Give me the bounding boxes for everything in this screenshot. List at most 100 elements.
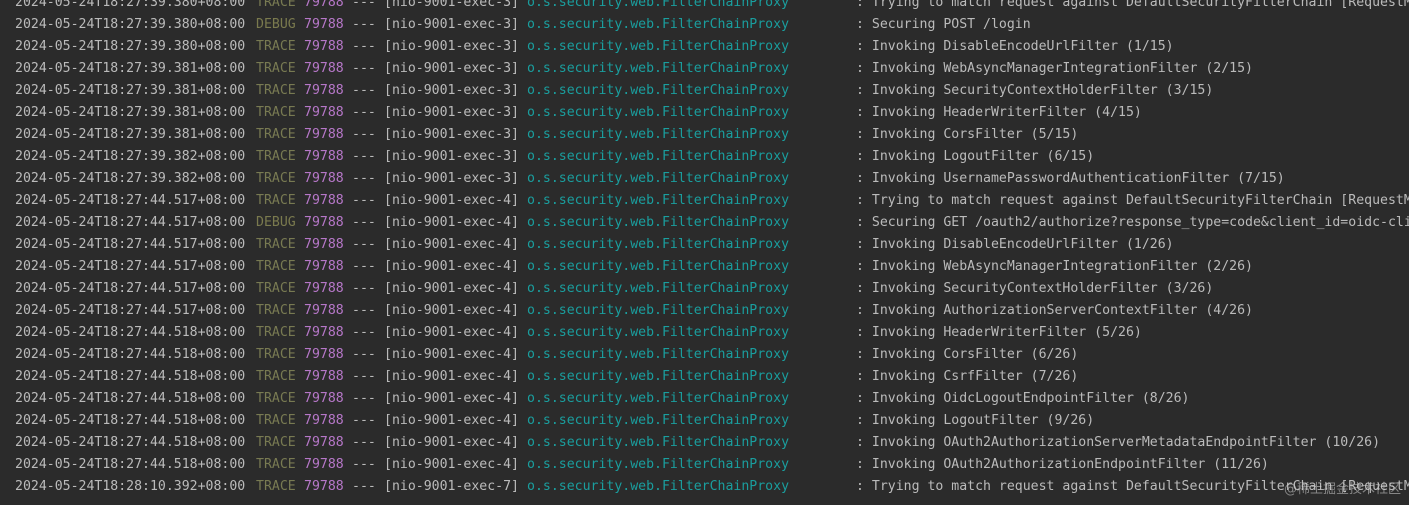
log-pid: 79788 <box>304 83 344 98</box>
log-pid: 79788 <box>304 347 344 362</box>
log-line: 2024-05-24T18:27:44.517+08:00 TRACE 79788-… <box>0 190 1409 212</box>
log-thread: [nio-9001-exec-4] <box>384 259 519 274</box>
log-thread: [nio-9001-exec-3] <box>384 105 519 120</box>
log-pid: 79788 <box>304 259 344 274</box>
log-timestamp: 2024-05-24T18:27:39.381+08:00 <box>15 61 246 76</box>
log-timestamp: 2024-05-24T18:27:44.518+08:00 <box>15 413 246 428</box>
log-level: TRACE <box>256 0 296 10</box>
log-level: TRACE <box>256 259 296 274</box>
log-pid: 79788 <box>304 149 344 164</box>
log-message: : Invoking OAuth2AuthorizationEndpointFi… <box>856 457 1269 472</box>
log-message: : Invoking SecurityContextHolderFilter (… <box>856 281 1214 296</box>
console-output[interactable]: 2024-05-24T18:27:39.380+08:00 TRACE 79788-… <box>0 0 1409 505</box>
log-logger: o.s.security.web.FilterChainProxy <box>527 17 790 32</box>
log-timestamp: 2024-05-24T18:27:39.381+08:00 <box>15 83 246 98</box>
log-line: 2024-05-24T18:27:44.517+08:00 TRACE 79788-… <box>0 256 1409 278</box>
log-thread: [nio-9001-exec-3] <box>384 61 519 76</box>
log-message: : Invoking HeaderWriterFilter (4/15) <box>856 105 1142 120</box>
log-separator: --- <box>352 479 376 494</box>
log-level: DEBUG <box>256 215 296 230</box>
log-separator: --- <box>352 105 376 120</box>
log-separator: --- <box>352 303 376 318</box>
log-message: : Trying to match request against Defaul… <box>856 193 1409 208</box>
log-message: : Trying to match request against Defaul… <box>856 0 1409 10</box>
log-level: TRACE <box>256 127 296 142</box>
log-message: : Securing GET /oauth2/authorize?respons… <box>856 215 1409 230</box>
log-line: 2024-05-24T18:27:39.381+08:00 TRACE 79788-… <box>0 124 1409 146</box>
log-pid: 79788 <box>304 61 344 76</box>
log-message: : Securing POST /login <box>856 17 1031 32</box>
log-level: TRACE <box>256 413 296 428</box>
log-message: : Invoking CorsFilter (5/15) <box>856 127 1079 142</box>
log-thread: [nio-9001-exec-7] <box>384 479 519 494</box>
log-thread: [nio-9001-exec-3] <box>384 83 519 98</box>
log-level: TRACE <box>256 325 296 340</box>
log-pid: 79788 <box>304 281 344 296</box>
log-separator: --- <box>352 391 376 406</box>
log-thread: [nio-9001-exec-4] <box>384 435 519 450</box>
log-pid: 79788 <box>304 479 344 494</box>
log-separator: --- <box>352 171 376 186</box>
log-thread: [nio-9001-exec-3] <box>384 0 519 10</box>
log-timestamp: 2024-05-24T18:27:39.381+08:00 <box>15 105 246 120</box>
log-line: 2024-05-24T18:27:39.380+08:00 TRACE 79788-… <box>0 0 1409 14</box>
log-message: : Invoking AuthorizationServerContextFil… <box>856 303 1253 318</box>
log-pid: 79788 <box>304 237 344 252</box>
log-line: 2024-05-24T18:27:44.517+08:00 TRACE 79788-… <box>0 234 1409 256</box>
log-logger: o.s.security.web.FilterChainProxy <box>527 369 790 384</box>
log-logger: o.s.security.web.FilterChainProxy <box>527 61 790 76</box>
log-timestamp: 2024-05-24T18:27:44.518+08:00 <box>15 391 246 406</box>
log-line: 2024-05-24T18:27:39.381+08:00 TRACE 79788-… <box>0 102 1409 124</box>
log-lines: 2024-05-24T18:27:39.380+08:00 TRACE 79788-… <box>0 0 1409 498</box>
log-timestamp: 2024-05-24T18:27:44.518+08:00 <box>15 347 246 362</box>
log-level: TRACE <box>256 435 296 450</box>
log-separator: --- <box>352 325 376 340</box>
log-timestamp: 2024-05-24T18:27:39.380+08:00 <box>15 0 246 10</box>
log-timestamp: 2024-05-24T18:27:44.517+08:00 <box>15 303 246 318</box>
log-line: 2024-05-24T18:27:39.382+08:00 TRACE 79788-… <box>0 168 1409 190</box>
log-separator: --- <box>352 215 376 230</box>
log-timestamp: 2024-05-24T18:28:10.392+08:00 <box>15 479 246 494</box>
log-pid: 79788 <box>304 457 344 472</box>
log-thread: [nio-9001-exec-4] <box>384 303 519 318</box>
log-line: 2024-05-24T18:27:39.381+08:00 TRACE 79788-… <box>0 80 1409 102</box>
log-pid: 79788 <box>304 303 344 318</box>
log-line: 2024-05-24T18:27:44.518+08:00 TRACE 79788-… <box>0 366 1409 388</box>
log-logger: o.s.security.web.FilterChainProxy <box>527 435 790 450</box>
log-line: 2024-05-24T18:27:44.517+08:00 DEBUG 79788-… <box>0 212 1409 234</box>
log-level: TRACE <box>256 193 296 208</box>
log-separator: --- <box>352 127 376 142</box>
log-separator: --- <box>352 347 376 362</box>
log-separator: --- <box>352 149 376 164</box>
log-level: TRACE <box>256 303 296 318</box>
log-message: : Invoking WebAsyncManagerIntegrationFil… <box>856 61 1253 76</box>
log-logger: o.s.security.web.FilterChainProxy <box>527 149 790 164</box>
log-pid: 79788 <box>304 413 344 428</box>
log-line: 2024-05-24T18:27:39.380+08:00 DEBUG 79788-… <box>0 14 1409 36</box>
log-message: : Invoking DisableEncodeUrlFilter (1/26) <box>856 237 1174 252</box>
log-timestamp: 2024-05-24T18:27:44.518+08:00 <box>15 325 246 340</box>
log-separator: --- <box>352 457 376 472</box>
log-level: TRACE <box>256 457 296 472</box>
log-message: : Invoking LogoutFilter (6/15) <box>856 149 1095 164</box>
log-message: : Invoking OAuth2AuthorizationServerMeta… <box>856 435 1381 450</box>
log-thread: [nio-9001-exec-4] <box>384 325 519 340</box>
log-separator: --- <box>352 83 376 98</box>
log-message: : Invoking UsernamePasswordAuthenticatio… <box>856 171 1285 186</box>
log-timestamp: 2024-05-24T18:27:44.517+08:00 <box>15 215 246 230</box>
log-level: TRACE <box>256 391 296 406</box>
log-level: DEBUG <box>256 17 296 32</box>
log-line: 2024-05-24T18:27:44.518+08:00 TRACE 79788-… <box>0 410 1409 432</box>
log-timestamp: 2024-05-24T18:27:39.380+08:00 <box>15 39 246 54</box>
log-thread: [nio-9001-exec-4] <box>384 193 519 208</box>
log-line: 2024-05-24T18:27:44.518+08:00 TRACE 79788-… <box>0 432 1409 454</box>
log-line: 2024-05-24T18:27:44.517+08:00 TRACE 79788-… <box>0 300 1409 322</box>
log-timestamp: 2024-05-24T18:27:44.517+08:00 <box>15 237 246 252</box>
log-line: 2024-05-24T18:27:39.381+08:00 TRACE 79788-… <box>0 58 1409 80</box>
log-level: TRACE <box>256 347 296 362</box>
log-line: 2024-05-24T18:27:39.380+08:00 TRACE 79788-… <box>0 36 1409 58</box>
log-pid: 79788 <box>304 39 344 54</box>
log-thread: [nio-9001-exec-4] <box>384 391 519 406</box>
log-message: : Invoking WebAsyncManagerIntegrationFil… <box>856 259 1253 274</box>
log-logger: o.s.security.web.FilterChainProxy <box>527 259 790 274</box>
